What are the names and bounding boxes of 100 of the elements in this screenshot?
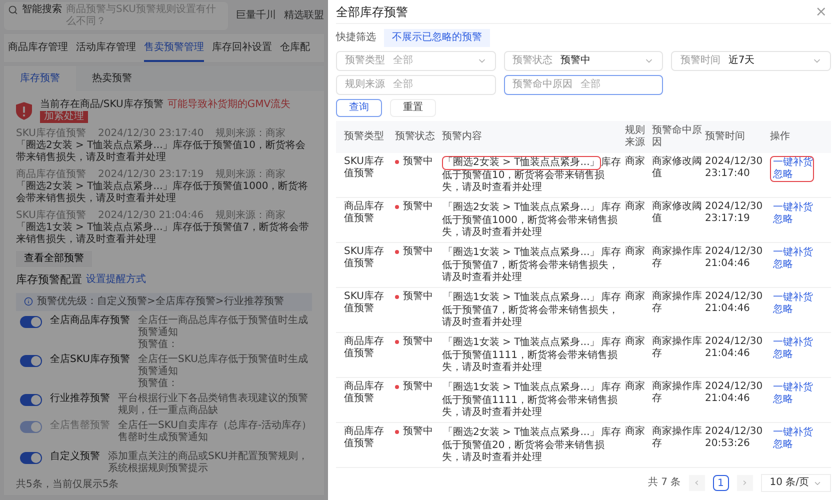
alert-time: 20:53:26 (705, 438, 751, 450)
table-cell: 商家操作库存 (652, 426, 702, 450)
status-text: 预警中 (403, 156, 433, 168)
column-header: 预警状态 (395, 131, 436, 143)
alert-content: 「圈选1女装 > T恤装点点紧身...」库存低于预警值1111，断货将会带来销售损失，请及时查看并处理 (442, 381, 622, 419)
alert-time: 21:04:46 (705, 348, 751, 360)
close-button[interactable]: × (811, 4, 831, 20)
status-text: 预警中 (403, 426, 433, 438)
query-button[interactable]: 查询 (336, 99, 382, 117)
rule-name: 全店售罄预警 (50, 420, 110, 432)
alert-source: 规则来源：商家 (216, 210, 286, 222)
toggle-switch[interactable] (20, 394, 42, 406)
search-label: 智能搜索 (22, 4, 62, 16)
drawer-title: 全部库存预警 (336, 4, 408, 20)
alert-content: 「圈选1女装 > T恤装点点紧身...」库存低于预警值7，断货将会带来销售损失，请及时查看并处理 (442, 246, 622, 284)
page-size-select[interactable]: 10 条/页 (760, 474, 831, 492)
column-header: 规则来源 (625, 125, 646, 149)
view-all-button[interactable]: 查看全部预警 (16, 251, 92, 267)
table-cell-text: 商品库存值预警 (344, 336, 385, 360)
action-link[interactable]: 一键补货 (773, 157, 811, 169)
alert-date: 2024/12/30 (705, 156, 764, 168)
page-button[interactable]: 1 (712, 475, 729, 491)
info-icon (24, 296, 33, 306)
status-text: 预警中 (403, 291, 433, 303)
nav-tab[interactable]: 商品库存管理 (8, 40, 68, 62)
nav-tab[interactable]: 活动库存管理 (76, 40, 136, 62)
action-link[interactable]: 忽略 (773, 304, 811, 316)
action-link[interactable]: 忽略 (773, 169, 811, 181)
alert-time: 23:17:19 (705, 213, 751, 225)
table-cell-text: 商家 (625, 336, 646, 348)
alert-content: 「圈选1女装 > T恤装点点紧身...」库存低于预警值7，断货将会带来销售损失，请及时查看并处理 (442, 291, 622, 329)
alert-source: 规则来源：商家 (216, 128, 286, 140)
alert-time: 23:17:40 (705, 168, 751, 180)
column-header: 预警类型 (344, 131, 385, 143)
rule-description: 全店任一商品总库存低于预警值时生成预警通知 (138, 314, 309, 338)
table-cell: 商家修改阈值 (652, 156, 702, 180)
action-link[interactable]: 一键补货 (773, 337, 811, 349)
alert-date: 2024/12/30 (705, 246, 764, 258)
column-header: 预警时间 (705, 131, 746, 143)
quick-filter-label: 快捷筛选 (336, 32, 376, 44)
rule-name: 全店商品库存预警 (50, 314, 130, 326)
top-nav-link[interactable]: 精选联盟 (284, 10, 324, 22)
action-link[interactable]: 一键补货 (773, 292, 811, 304)
rule-description: 添加重点关注的商品或SKU并配置预警规则，系统根据规则预警提示 (108, 450, 309, 474)
alert-time: 2024/12/30 23:17:19 (98, 169, 204, 180)
action-link[interactable]: 一键补货 (773, 247, 811, 259)
alert-content: 「圈选1女装 > T恤装点点紧身...」库存低于预警值1111，断货将会带来销售损失，请及时查看并处理 (442, 336, 622, 374)
alert-text: 「圈选1女装 > T恤装点点紧身...」库存低于预警值7，断货将会带来销售损失，请及时查看并处理 (16, 222, 310, 246)
top-nav-link[interactable]: 巨量千川 (236, 10, 276, 22)
threshold-label: 预警值： (138, 338, 178, 350)
sub-tab[interactable]: 库存预警 (4, 66, 76, 91)
action-link[interactable]: 一键补货 (773, 202, 811, 214)
notice-text: 预警优先级：自定义预警>全店库存预警>行业推荐预警 (37, 296, 284, 308)
status-text: 预警中 (403, 201, 433, 213)
rule-name: 全店SKU库存预警 (50, 354, 130, 366)
nav-tab[interactable]: 售卖预警管理 (144, 40, 204, 62)
column-header: 预警命中原因 (652, 125, 702, 149)
settings-link[interactable]: 设置提醒方式 (86, 274, 146, 286)
action-link[interactable]: 忽略 (773, 349, 811, 361)
alert-content: 「圈选2女装 > T恤装点点紧身...」库存低于预警值1000，断货将会带来销售损失，请及时查看并处理 (442, 201, 622, 239)
alert-time: 2024/12/30 21:04:46 (98, 210, 204, 222)
search-icon (8, 5, 18, 15)
rules-count: 共5条，当前仅展示5条 (16, 478, 120, 490)
alert-date: 2024/12/30 (705, 201, 764, 213)
nav-tab[interactable]: 库存回补设置 (212, 40, 272, 62)
status-text: 预警中 (403, 246, 433, 258)
filter-field[interactable]: 预警命中原因 全部 (504, 75, 664, 95)
alert-title: 当前存在商品/SKU库存预警 (40, 99, 164, 111)
alert-time: 21:04:46 (705, 393, 751, 405)
alert-date: 2024/12/30 (705, 426, 764, 438)
toggle-switch[interactable] (20, 316, 42, 328)
alert-content: 「圈选2女装 > T恤装点点紧身...」库存低于预警值10，断货将会带来销售损失，请及时查看并处理 (442, 156, 622, 194)
section-title: 库存预警配置 (16, 272, 82, 288)
reset-button[interactable]: 重置 (390, 99, 436, 117)
alert-time: 21:04:46 (705, 258, 751, 270)
action-link[interactable]: 一键补货 (773, 427, 811, 439)
alert-date: 2024/12/30 (705, 291, 764, 303)
action-link[interactable]: 忽略 (773, 394, 811, 406)
action-link[interactable]: 忽略 (773, 214, 811, 226)
action-link[interactable]: 忽略 (773, 439, 811, 451)
toggle-switch[interactable] (20, 354, 42, 366)
status-text: 预警中 (403, 381, 433, 393)
action-link[interactable]: 一键补货 (773, 382, 811, 394)
nav-tab[interactable]: 仓库配 (280, 40, 310, 62)
filter-select[interactable]: 预警类型 全部 (336, 51, 496, 71)
rule-name: 自定义预警 (50, 450, 100, 462)
toggle-switch[interactable] (20, 452, 42, 464)
action-link[interactable]: 忽略 (773, 259, 811, 271)
table-cell-text: 商家 (625, 291, 646, 303)
alert-text: 「圈选2女装 > T恤装点点紧身...」库存低于预警值10，断货将会带来销售损失，请及时查看并处理 (16, 140, 306, 164)
filter-chip[interactable]: 不展示已忽略的预警 (384, 29, 490, 47)
filter-select[interactable]: 预警时间 近7天 (671, 51, 831, 71)
table-cell-text: 商品库存值预警 (344, 426, 385, 450)
filter-select[interactable]: 预警状态 预警中 (504, 51, 664, 71)
rule-name: 行业推荐预警 (50, 392, 110, 404)
table-cell-text: 商品库存值预警 (344, 381, 385, 405)
sub-tab[interactable]: 热卖预警 (76, 66, 148, 91)
alert-type: SKU库存值预警 (16, 128, 86, 140)
alert-text: 「圈选2女装 > T恤装点点紧身...」库存低于预警值1000，断货将会带来销售损失，请及时查看并处理 (16, 181, 310, 205)
filter-field[interactable]: 规则来源 全部 (336, 75, 496, 95)
